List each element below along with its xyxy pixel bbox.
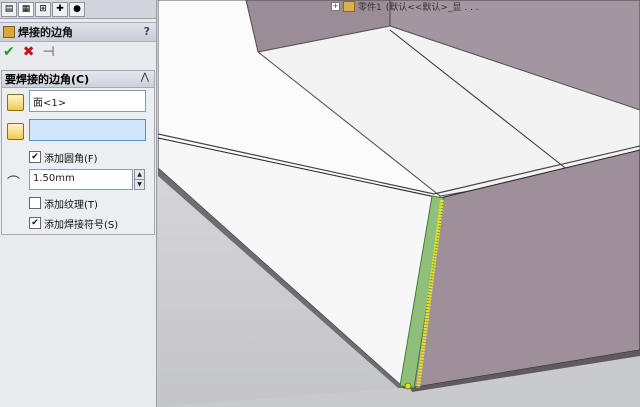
weld-end-marker (404, 382, 412, 390)
corners-to-weld-group: 要焊接的边角(C) ⋀ 面<1> ✔ 添加圆角(F) ⌒ 1.50mm ▲ ▼ … (1, 70, 155, 235)
group-title: 要焊接的边角(C) (5, 73, 90, 86)
pm-header: 焊接的边角 ? (0, 22, 156, 42)
group-header[interactable]: 要焊接的边角(C) ⋀ (2, 71, 154, 88)
pushpin-icon[interactable]: ⊣ (42, 44, 54, 60)
part-icon (343, 0, 355, 12)
pm-title: 焊接的边角 (18, 26, 73, 39)
expand-icon[interactable]: + (331, 1, 340, 11)
feature-manager-icon[interactable]: ▤ (1, 1, 17, 17)
secondary-selection-icon (7, 123, 24, 140)
secondary-selection-field[interactable] (29, 119, 146, 141)
corner-face-field[interactable]: 面<1> (29, 90, 146, 112)
collapse-icon[interactable]: ⋀ (141, 72, 149, 83)
pm-actions: ✔ ✖ ⊣ (3, 44, 63, 60)
add-texture-label: 添加纹理(T) (44, 200, 98, 211)
configuration-manager-icon[interactable]: ⊞ (35, 1, 51, 17)
display-manager-icon[interactable]: ● (69, 1, 85, 17)
check-icon[interactable]: ✔ (3, 44, 15, 60)
face-selection-icon (7, 94, 24, 111)
property-manager-panel: ▤ ▦ ⊞ ✚ ● 焊接的边角 ? ✔ ✖ ⊣ 要焊接的边角(C) ⋀ 面<1>… (0, 0, 157, 407)
part-name[interactable]: 零件1 (358, 0, 382, 13)
add-weld-symbol-label: 添加焊接符号(S) (44, 220, 119, 231)
add-texture-checkbox[interactable] (29, 197, 41, 209)
dimxpert-icon[interactable]: ✚ (52, 1, 68, 17)
configuration-label: (默认<<默认>_显 . . . (385, 2, 479, 13)
spin-up-icon[interactable]: ▲ (135, 170, 144, 180)
add-fillet-checkbox[interactable]: ✔ (29, 151, 41, 163)
add-weld-symbol-checkbox[interactable]: ✔ (29, 217, 41, 229)
fillet-radius-icon: ⌒ (7, 176, 21, 191)
add-fillet-label: 添加圆角(F) (44, 154, 98, 165)
fillet-radius-input[interactable]: 1.50mm (29, 169, 133, 190)
spin-down-icon[interactable]: ▼ (135, 180, 144, 189)
x-icon[interactable]: ✖ (23, 44, 35, 60)
sheet-metal-box-model[interactable] (158, 0, 640, 407)
weld-corner-icon (3, 26, 15, 38)
manager-tab-bar: ▤ ▦ ⊞ ✚ ● (0, 0, 156, 19)
feature-tree-flyout: + 零件1 (默认<<默认>_显 . . . (331, 0, 479, 13)
help-icon[interactable]: ? (144, 25, 150, 38)
graphics-viewport[interactable]: + 零件1 (默认<<默认>_显 . . . (158, 0, 640, 407)
radius-spinner[interactable]: ▲ ▼ (134, 169, 145, 190)
property-manager-icon[interactable]: ▦ (18, 1, 34, 17)
